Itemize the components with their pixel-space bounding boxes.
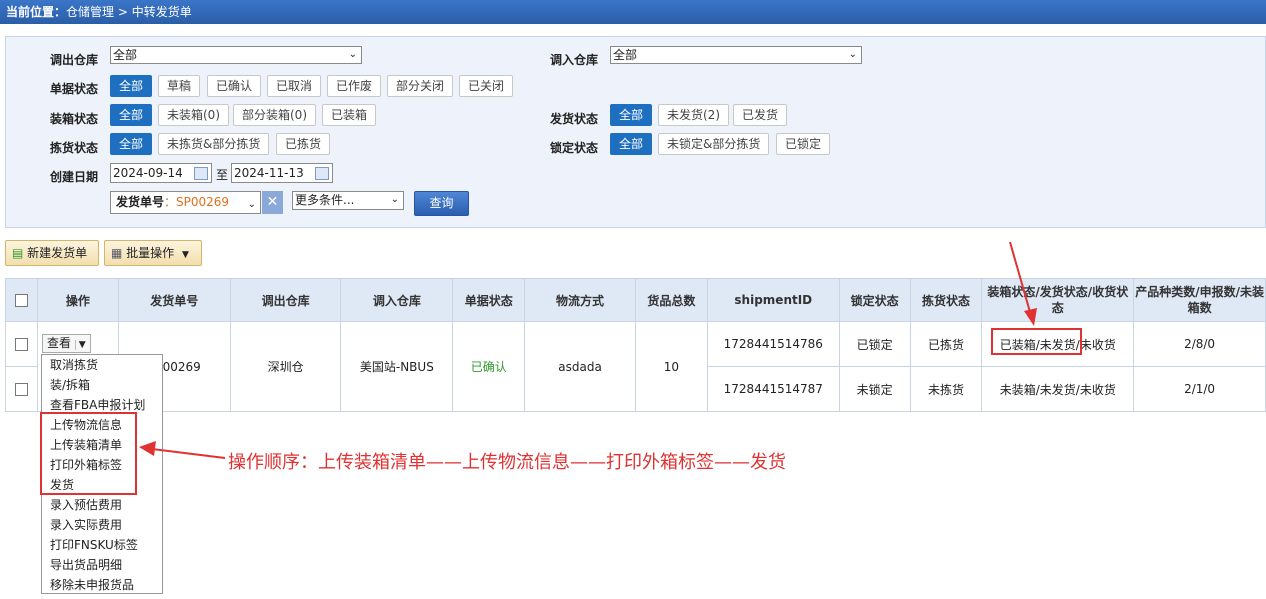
annotation-arrows: [139, 241, 1037, 459]
arrow-line: [151, 448, 226, 459]
arrow-head-icon: [1024, 308, 1037, 326]
arrow-head-icon: [139, 441, 156, 456]
annotation-note: 操作顺序：上传装箱清单——上传物流信息——打印外箱标签——发货: [228, 452, 786, 473]
arrow-line: [1009, 241, 1031, 313]
